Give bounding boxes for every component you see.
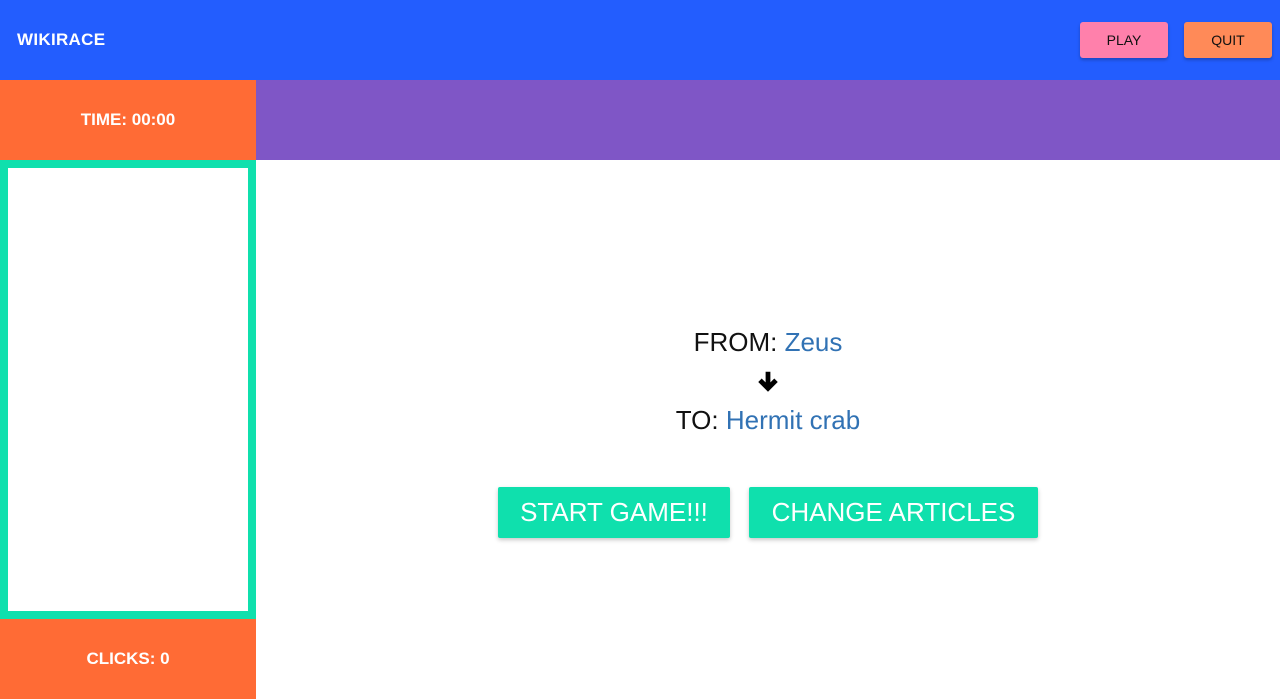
game-actions: START GAME!!! CHANGE ARTICLES (498, 487, 1038, 538)
change-articles-button[interactable]: CHANGE ARTICLES (749, 487, 1038, 538)
app-title: WIKIRACE (17, 30, 106, 49)
clicks-counter: CLICKS: 0 (0, 619, 256, 699)
app-root: WIKIRACE PLAY QUIT TIME: 00:00 CLICKS: 0… (0, 0, 1280, 699)
to-label: TO: (675, 405, 719, 435)
timer-display: TIME: 00:00 (0, 80, 256, 160)
quit-button[interactable]: QUIT (1184, 22, 1272, 58)
from-label: FROM: (693, 327, 778, 357)
arrow-down-icon (758, 371, 778, 392)
from-line: FROM: Zeus (694, 325, 843, 359)
main-content: FROM: Zeus TO: Hermit crab START GAME!!!… (256, 160, 1280, 699)
to-article-link[interactable]: Hermit crab (726, 405, 860, 435)
play-button[interactable]: PLAY (1080, 22, 1168, 58)
top-actions: PLAY QUIT (1080, 22, 1272, 58)
to-line: TO: Hermit crab (676, 403, 860, 437)
visited-path-panel (0, 160, 256, 619)
article-title-bar (256, 80, 1280, 160)
from-article-link[interactable]: Zeus (785, 327, 843, 357)
top-bar: WIKIRACE PLAY QUIT (0, 0, 1280, 80)
route-summary: FROM: Zeus TO: Hermit crab (256, 325, 1280, 437)
start-game-button[interactable]: START GAME!!! (498, 487, 730, 538)
